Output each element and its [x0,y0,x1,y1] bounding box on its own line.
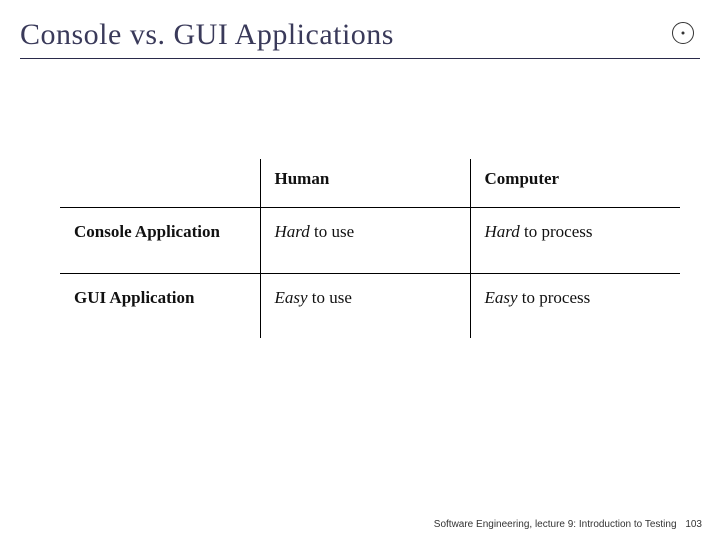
table-header-computer: Computer [470,159,680,208]
slide: Console vs. GUI Applications Human Compu… [0,0,720,540]
title-divider [20,58,700,59]
table-row: Console Application Hard to use Hard to … [60,208,680,274]
page-number: 103 [685,519,702,530]
slide-header: Console vs. GUI Applications [20,18,700,52]
cell-gui-human: Easy to use [260,273,470,338]
cell-console-human: Hard to use [260,208,470,274]
comparison-table-wrap: Human Computer Console Application Hard … [20,159,700,338]
cell-rest: to process [520,222,593,241]
table-row: GUI Application Easy to use Easy to proc… [60,273,680,338]
cell-emphasis: Easy [485,288,518,307]
table-header-empty [60,159,260,208]
cell-emphasis: Hard [485,222,520,241]
table-header-row: Human Computer [60,159,680,208]
logo-icon [672,22,694,44]
cell-gui-computer: Easy to process [470,273,680,338]
row-label-gui: GUI Application [60,273,260,338]
table-header-human: Human [260,159,470,208]
comparison-table: Human Computer Console Application Hard … [60,159,680,338]
cell-console-computer: Hard to process [470,208,680,274]
slide-footer: Software Engineering, lecture 9: Introdu… [434,519,702,530]
footer-text: Software Engineering, lecture 9: Introdu… [434,519,677,530]
row-label-console: Console Application [60,208,260,274]
cell-emphasis: Easy [275,288,308,307]
cell-rest: to use [308,288,352,307]
cell-emphasis: Hard [275,222,310,241]
page-title: Console vs. GUI Applications [20,18,394,52]
cell-rest: to use [310,222,354,241]
cell-rest: to process [518,288,591,307]
